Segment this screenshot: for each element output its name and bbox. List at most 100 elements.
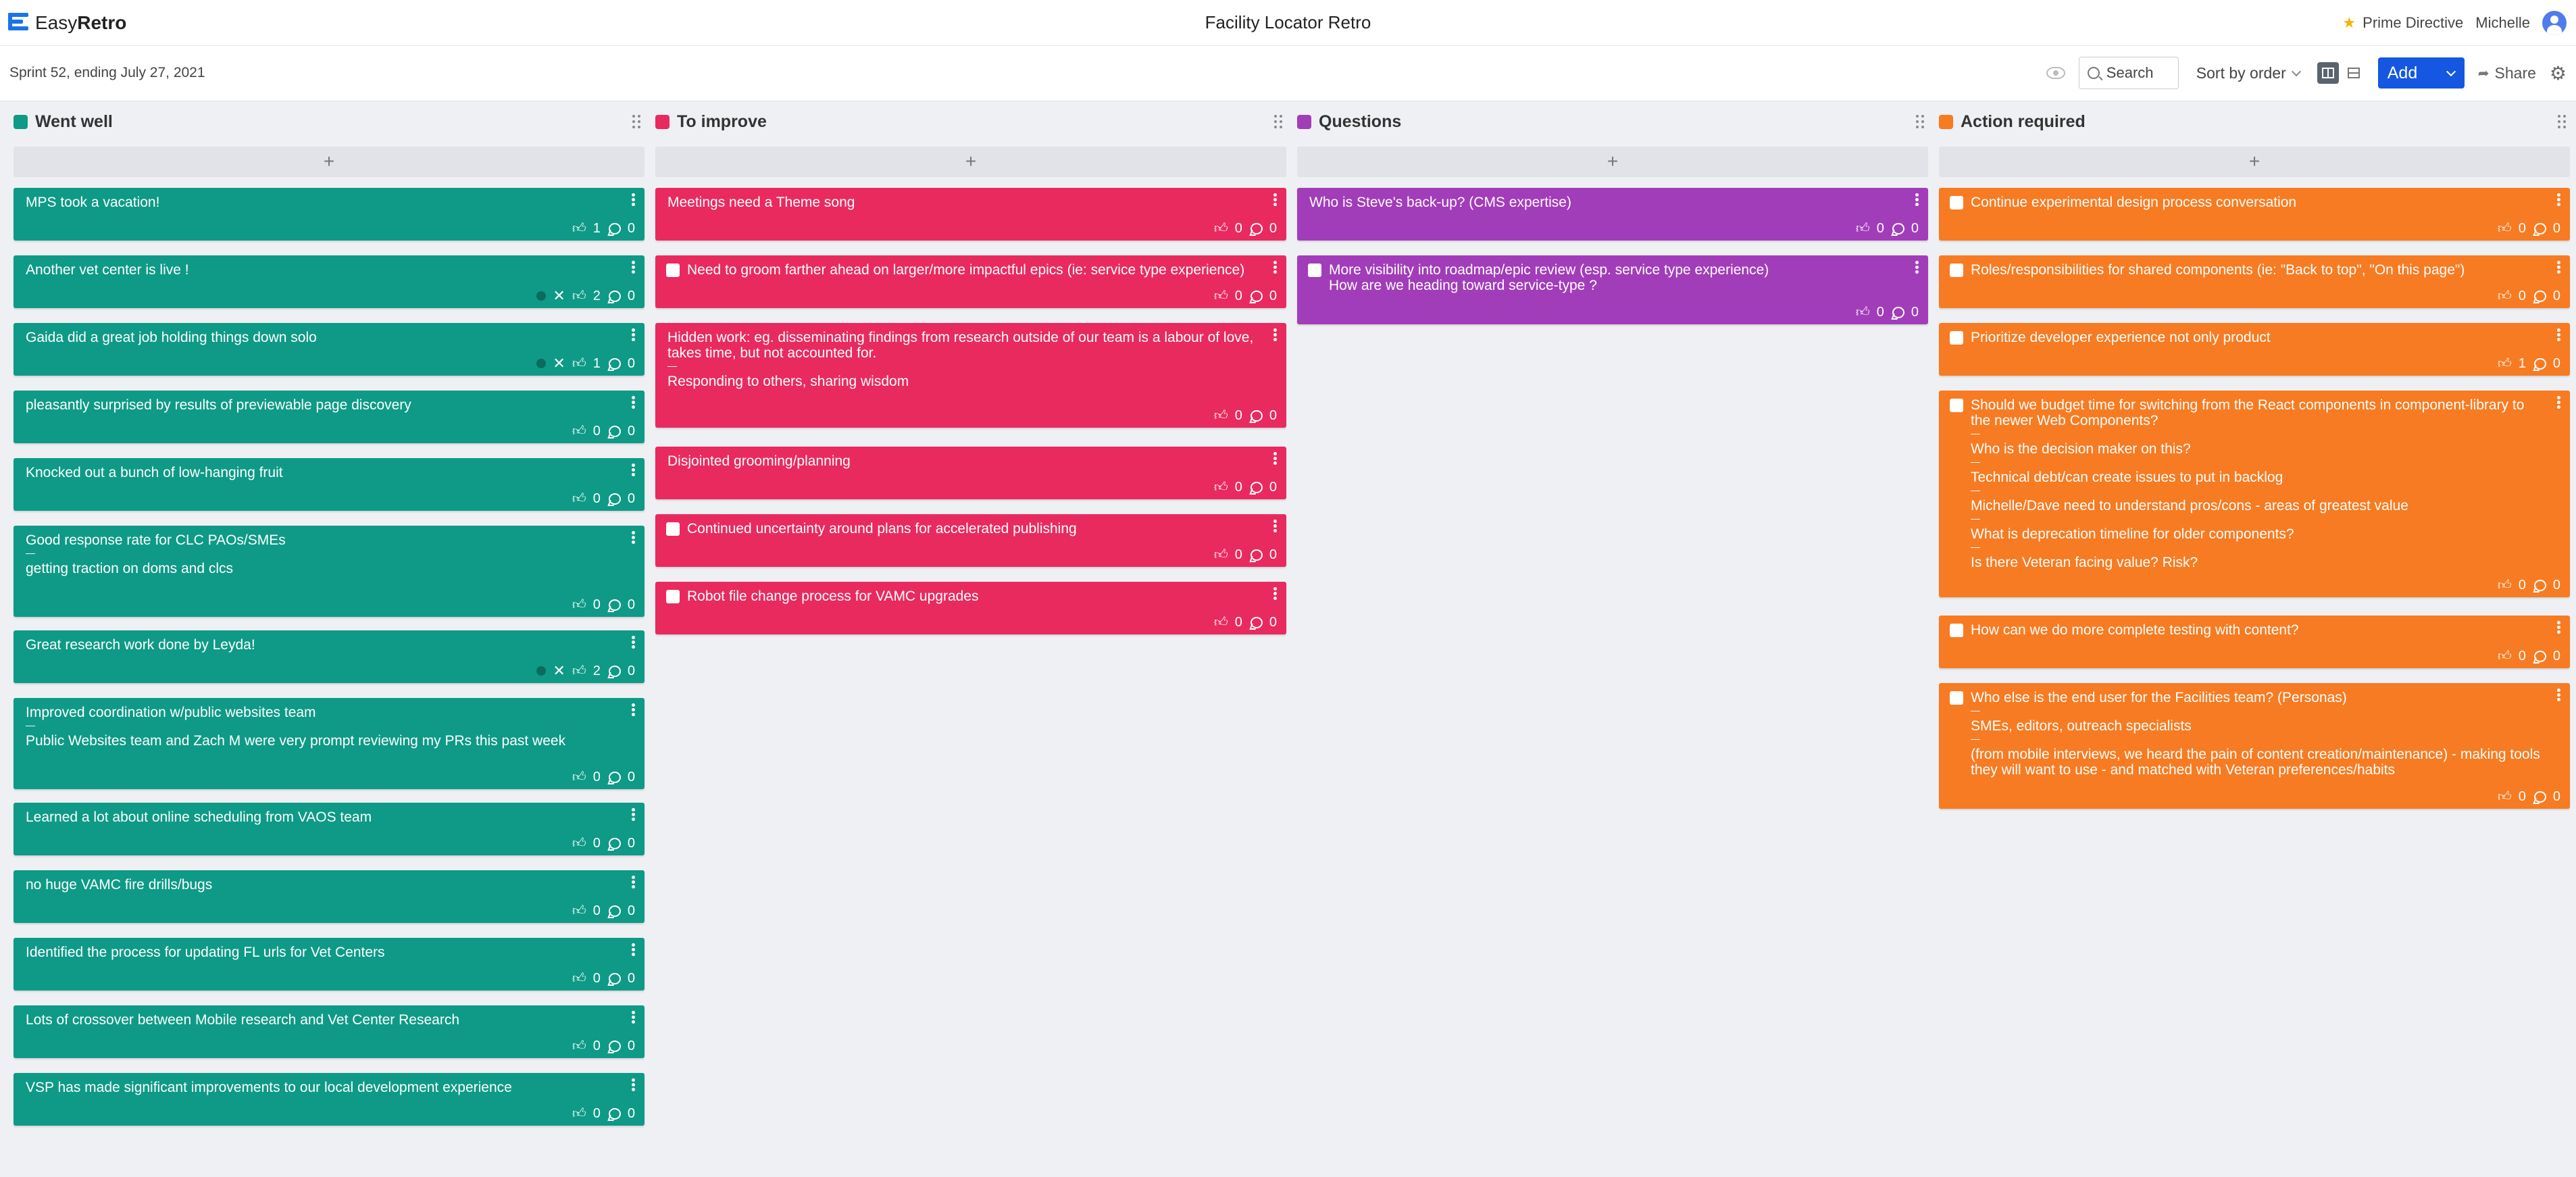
- comment-icon[interactable]: [2533, 222, 2546, 234]
- card-menu-icon[interactable]: [1915, 193, 1919, 207]
- card-menu-icon[interactable]: [2557, 621, 2560, 634]
- thumbs-up-icon[interactable]: 👍︎: [572, 836, 586, 850]
- card-menu-icon[interactable]: [2557, 688, 2560, 702]
- retro-card[interactable]: Who else is the end user for the Facilit…: [1939, 683, 2570, 809]
- thumbs-up-icon[interactable]: 👍︎: [1214, 409, 1228, 422]
- card-menu-icon[interactable]: [1273, 261, 1277, 274]
- retro-card[interactable]: Prioritize developer experience not only…: [1939, 323, 2570, 376]
- thumbs-up-icon[interactable]: 👍︎: [572, 289, 586, 303]
- thumbs-up-icon[interactable]: 👍︎: [2498, 790, 2512, 803]
- drag-handle-icon[interactable]: [1916, 115, 1925, 128]
- card-text[interactable]: Gaida did a great job holding things dow…: [26, 330, 617, 345]
- retro-card[interactable]: Gaida did a great job holding things dow…: [14, 323, 645, 376]
- card-text[interactable]: Great research work done by Leyda!: [26, 637, 617, 653]
- card-checkbox[interactable]: [1950, 691, 1963, 705]
- comment-icon[interactable]: [608, 493, 621, 505]
- drag-handle-icon[interactable]: [632, 115, 642, 128]
- comment-icon[interactable]: [2533, 290, 2546, 302]
- comment-icon[interactable]: [608, 1107, 621, 1120]
- card-text[interactable]: Improved coordination w/public websites …: [26, 705, 617, 749]
- comment-icon[interactable]: [608, 771, 621, 783]
- comment-icon[interactable]: [608, 905, 621, 917]
- comment-icon[interactable]: [2533, 791, 2546, 803]
- card-text[interactable]: Robot file change process for VAMC upgra…: [687, 588, 1259, 604]
- search-button[interactable]: Search: [2078, 57, 2179, 89]
- thumbs-up-icon[interactable]: 👍︎: [1214, 222, 1228, 235]
- card-menu-icon[interactable]: [632, 703, 635, 717]
- card-text[interactable]: Meetings need a Theme song: [667, 195, 1259, 210]
- card-checkbox[interactable]: [1950, 196, 1963, 209]
- columns-view-button[interactable]: [2317, 62, 2339, 84]
- plan-link[interactable]: ★ Prime Directive: [2342, 14, 2463, 32]
- thumbs-up-icon[interactable]: 👍︎: [2498, 222, 2512, 235]
- comment-icon[interactable]: [608, 222, 621, 234]
- thumbs-up-icon[interactable]: 👍︎: [572, 972, 586, 985]
- card-menu-icon[interactable]: [1915, 261, 1919, 274]
- comment-icon[interactable]: [608, 290, 621, 302]
- retro-card[interactable]: Identified the process for updating FL u…: [14, 938, 645, 991]
- comment-icon[interactable]: [608, 665, 621, 677]
- retro-card[interactable]: pleasantly surprised by results of previ…: [14, 391, 645, 443]
- remove-vote-icon[interactable]: ✕: [553, 289, 565, 303]
- card-text[interactable]: MPS took a vacation!: [26, 195, 617, 210]
- comment-icon[interactable]: [1250, 409, 1263, 422]
- card-menu-icon[interactable]: [2557, 193, 2560, 207]
- thumbs-up-icon[interactable]: 👍︎: [1214, 480, 1228, 494]
- retro-card[interactable]: Continue experimental design process con…: [1939, 188, 2570, 241]
- retro-card[interactable]: Good response rate for CLC PAOs/SMEs — get…: [14, 526, 645, 617]
- card-text[interactable]: Continue experimental design process con…: [1971, 195, 2543, 210]
- card-menu-icon[interactable]: [632, 636, 635, 649]
- card-text[interactable]: Who else is the end user for the Facilit…: [1971, 690, 2543, 778]
- thumbs-up-icon[interactable]: 👍︎: [572, 1039, 586, 1053]
- retro-card[interactable]: Great research work done by Leyda! ✕ 👍︎ 2 0: [14, 630, 645, 683]
- card-text[interactable]: Disjointed grooming/planning: [667, 453, 1259, 469]
- card-menu-icon[interactable]: [1273, 587, 1277, 601]
- thumbs-up-icon[interactable]: 👍︎: [572, 664, 586, 678]
- thumbs-up-icon[interactable]: 👍︎: [572, 904, 586, 918]
- sort-dropdown[interactable]: Sort by order: [2192, 64, 2304, 82]
- card-text[interactable]: More visibility into roadmap/epic review…: [1329, 262, 1901, 293]
- comment-icon[interactable]: [608, 972, 621, 984]
- thumbs-up-icon[interactable]: 👍︎: [2498, 357, 2512, 370]
- comment-icon[interactable]: [2533, 357, 2546, 370]
- card-text[interactable]: Who is Steve's back-up? (CMS expertise): [1309, 195, 1901, 210]
- retro-card[interactable]: Should we budget time for switching from…: [1939, 391, 2570, 597]
- card-checkbox[interactable]: [1950, 399, 1963, 412]
- card-menu-icon[interactable]: [632, 396, 635, 409]
- comment-icon[interactable]: [608, 357, 621, 370]
- card-menu-icon[interactable]: [632, 1078, 635, 1092]
- retro-card[interactable]: MPS took a vacation! 👍︎ 1 0: [14, 188, 645, 241]
- card-checkbox[interactable]: [666, 590, 680, 603]
- card-menu-icon[interactable]: [1273, 520, 1277, 533]
- card-text[interactable]: Roles/responsibilities for shared compon…: [1971, 262, 2543, 278]
- card-menu-icon[interactable]: [632, 808, 635, 822]
- card-menu-icon[interactable]: [1273, 328, 1277, 342]
- comment-icon[interactable]: [1250, 481, 1263, 493]
- add-card-button[interactable]: +: [1297, 147, 1928, 177]
- retro-card[interactable]: Meetings need a Theme song 👍︎ 0 0: [655, 188, 1286, 241]
- thumbs-up-icon[interactable]: 👍︎: [2498, 578, 2512, 592]
- card-text[interactable]: How can we do more complete testing with…: [1971, 622, 2543, 638]
- card-menu-icon[interactable]: [2557, 328, 2560, 342]
- card-text[interactable]: Identified the process for updating FL u…: [26, 945, 617, 960]
- thumbs-up-icon[interactable]: 👍︎: [1214, 548, 1228, 561]
- add-dropdown-toggle[interactable]: [2438, 66, 2465, 76]
- remove-vote-icon[interactable]: ✕: [553, 663, 565, 678]
- comment-icon[interactable]: [2533, 579, 2546, 591]
- comment-icon[interactable]: [608, 837, 621, 849]
- card-text[interactable]: Knocked out a bunch of low-hanging fruit: [26, 465, 617, 480]
- card-checkbox[interactable]: [1950, 624, 1963, 637]
- card-text[interactable]: pleasantly surprised by results of previ…: [26, 397, 617, 413]
- thumbs-up-icon[interactable]: 👍︎: [572, 770, 586, 784]
- user-avatar-icon[interactable]: [2542, 11, 2567, 35]
- retro-card[interactable]: More visibility into roadmap/epic review…: [1297, 255, 1928, 324]
- card-menu-icon[interactable]: [632, 193, 635, 207]
- card-checkbox[interactable]: [1950, 331, 1963, 345]
- retro-card[interactable]: Roles/responsibilities for shared compon…: [1939, 255, 2570, 308]
- thumbs-up-icon[interactable]: 👍︎: [572, 357, 586, 370]
- card-menu-icon[interactable]: [632, 1011, 635, 1024]
- share-button[interactable]: ➦ Share: [2478, 64, 2536, 82]
- add-card-button[interactable]: +: [14, 147, 645, 177]
- card-text[interactable]: Good response rate for CLC PAOs/SMEs — get…: [26, 532, 617, 576]
- card-menu-icon[interactable]: [2557, 261, 2560, 274]
